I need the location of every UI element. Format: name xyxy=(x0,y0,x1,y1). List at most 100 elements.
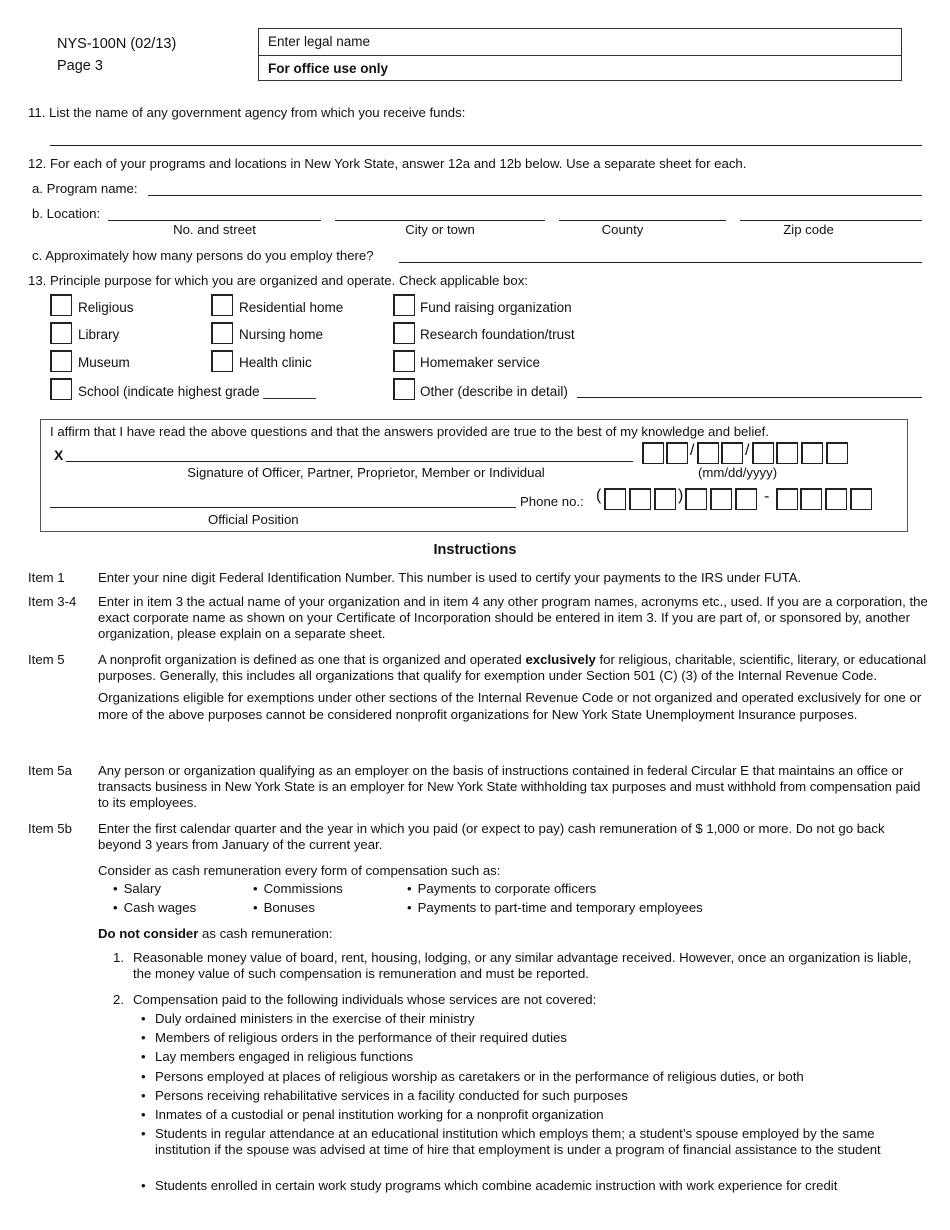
not-covered-item: Lay members engaged in religious functio… xyxy=(141,1049,926,1065)
not-covered-item: Inmates of a custodial or penal institut… xyxy=(141,1107,926,1123)
phone-area-digit[interactable] xyxy=(654,488,676,510)
date-separator: / xyxy=(690,442,695,459)
zip-line[interactable] xyxy=(740,220,922,221)
bullet-item: Salary xyxy=(113,881,161,896)
instructions-title: Instructions xyxy=(433,542,517,558)
checkbox-library[interactable] xyxy=(50,322,72,344)
q12c-label: c. Approximately how many persons do you… xyxy=(32,248,374,263)
not-covered-item: Persons receiving rehabilitative service… xyxy=(141,1088,926,1104)
signature-caption: Signature of Officer, Partner, Proprieto… xyxy=(187,465,545,480)
item-label: Item 1 xyxy=(28,570,65,585)
date-day-digit[interactable] xyxy=(697,442,719,464)
checkbox-other[interactable] xyxy=(393,378,415,400)
date-month-digit[interactable] xyxy=(642,442,664,464)
numbered-item: 1. Reasonable money value of board, rent… xyxy=(113,950,928,982)
phone-paren-open: ( xyxy=(596,487,602,504)
date-year-digit[interactable] xyxy=(752,442,774,464)
date-day-digit[interactable] xyxy=(721,442,743,464)
program-name-line[interactable] xyxy=(148,195,922,196)
fund-raising-label: Fund raising organization xyxy=(420,300,572,315)
school-label: School (indicate highest grade _______ xyxy=(78,384,316,399)
q11-answer-line[interactable] xyxy=(50,145,922,146)
bullet-item: Cash wages xyxy=(113,900,197,915)
date-format-caption: (mm/dd/yyyy) xyxy=(698,465,778,480)
checkbox-research-foundation[interactable] xyxy=(393,322,415,344)
instruction-item-3-4: Item 3-4 Enter in item 3 the actual name… xyxy=(28,594,928,643)
phone-prefix-digit[interactable] xyxy=(735,488,757,510)
residential-home-label: Residential home xyxy=(239,300,344,315)
not-covered-item: Students enrolled in certain work study … xyxy=(141,1178,926,1194)
nursing-home-label: Nursing home xyxy=(239,327,324,342)
checkbox-nursing-home[interactable] xyxy=(211,322,233,344)
not-covered-item: Persons employed at places of religious … xyxy=(141,1069,926,1085)
phone-line-digit[interactable] xyxy=(800,488,822,510)
health-clinic-label: Health clinic xyxy=(239,355,312,370)
phone-line-digit[interactable] xyxy=(850,488,872,510)
checkbox-health-clinic[interactable] xyxy=(211,350,233,372)
emphasis-text: Do not consider xyxy=(98,926,199,941)
item-number: 1. xyxy=(113,950,124,965)
q13-label: 13. Principle purpose for which you are … xyxy=(28,273,528,288)
date-month-digit[interactable] xyxy=(666,442,688,464)
phone-line-digit[interactable] xyxy=(825,488,847,510)
not-covered-item: Students in regular attendance at an edu… xyxy=(141,1126,926,1158)
q12-label: 12. For each of your programs and locati… xyxy=(28,156,747,171)
do-not-consider-heading: Do not consider as cash remuneration: xyxy=(98,926,333,941)
item-label: Item 5 xyxy=(28,652,65,667)
religious-label: Religious xyxy=(78,300,134,315)
item-text: Organizations eligible for exemptions un… xyxy=(98,690,922,722)
signature-line[interactable] xyxy=(66,461,633,462)
q12a-label: a. Program name: xyxy=(32,181,138,196)
item-text: Compensation paid to the following indiv… xyxy=(133,992,597,1007)
item-text: Consider as cash remuneration every form… xyxy=(98,863,501,879)
phone-prefix-digit[interactable] xyxy=(685,488,707,510)
street-line[interactable] xyxy=(108,220,321,221)
item-text: A nonprofit organization is defined as o… xyxy=(98,652,928,684)
official-position-line[interactable] xyxy=(50,507,516,508)
office-use-label: For office use only xyxy=(259,55,901,81)
not-covered-item: Duly ordained ministers in the exercise … xyxy=(141,1011,926,1027)
date-year-digit[interactable] xyxy=(776,442,798,464)
phone-area-digit[interactable] xyxy=(604,488,626,510)
bullet-item: Commissions xyxy=(253,881,343,896)
official-position-caption: Official Position xyxy=(208,512,299,527)
checkbox-school[interactable] xyxy=(50,378,72,400)
employees-line[interactable] xyxy=(399,262,922,263)
instruction-item-5a: Item 5a Any person or organization quali… xyxy=(28,763,928,812)
street-caption: No. and street xyxy=(173,222,256,237)
phone-line-digit[interactable] xyxy=(776,488,798,510)
other-description-line[interactable] xyxy=(577,397,922,398)
bullet-item: Payments to part-time and temporary empl… xyxy=(407,900,703,915)
checkbox-fund-raising[interactable] xyxy=(393,294,415,316)
phone-dash: - xyxy=(764,488,770,505)
other-label: Other (describe in detail) xyxy=(420,384,568,399)
homemaker-label: Homemaker service xyxy=(420,355,541,370)
date-year-digit[interactable] xyxy=(801,442,823,464)
county-line[interactable] xyxy=(559,220,726,221)
legal-name-field[interactable]: Enter legal name xyxy=(259,29,901,55)
checkbox-religious[interactable] xyxy=(50,294,72,316)
zip-caption: Zip code xyxy=(783,222,834,237)
page-number: Page 3 xyxy=(57,58,103,74)
item-text: Enter in item 3 the actual name of your … xyxy=(98,594,928,642)
phone-paren-close: ) xyxy=(678,487,684,504)
phone-area-digit[interactable] xyxy=(629,488,651,510)
library-label: Library xyxy=(78,327,120,342)
checkbox-residential-home[interactable] xyxy=(211,294,233,316)
bullet-item: Bonuses xyxy=(253,900,315,915)
not-covered-item: Members of religious orders in the perfo… xyxy=(141,1030,926,1046)
phone-prefix-digit[interactable] xyxy=(710,488,732,510)
signature-x-mark: X xyxy=(54,447,64,463)
item-label: Item 5a xyxy=(28,763,72,778)
item-label: Item 3-4 xyxy=(28,594,77,609)
q11-label: 11. List the name of any government agen… xyxy=(28,105,466,120)
checkbox-museum[interactable] xyxy=(50,350,72,372)
city-line[interactable] xyxy=(335,220,545,221)
county-caption: County xyxy=(601,222,644,237)
date-year-digit[interactable] xyxy=(826,442,848,464)
checkbox-homemaker[interactable] xyxy=(393,350,415,372)
text-run: as cash remuneration: xyxy=(198,926,333,941)
bullet-item: Payments to corporate officers xyxy=(407,881,597,896)
text-run: A nonprofit organization is defined as o… xyxy=(98,652,526,667)
instruction-item-5b: Item 5b Enter the first calendar quarter… xyxy=(28,821,928,880)
